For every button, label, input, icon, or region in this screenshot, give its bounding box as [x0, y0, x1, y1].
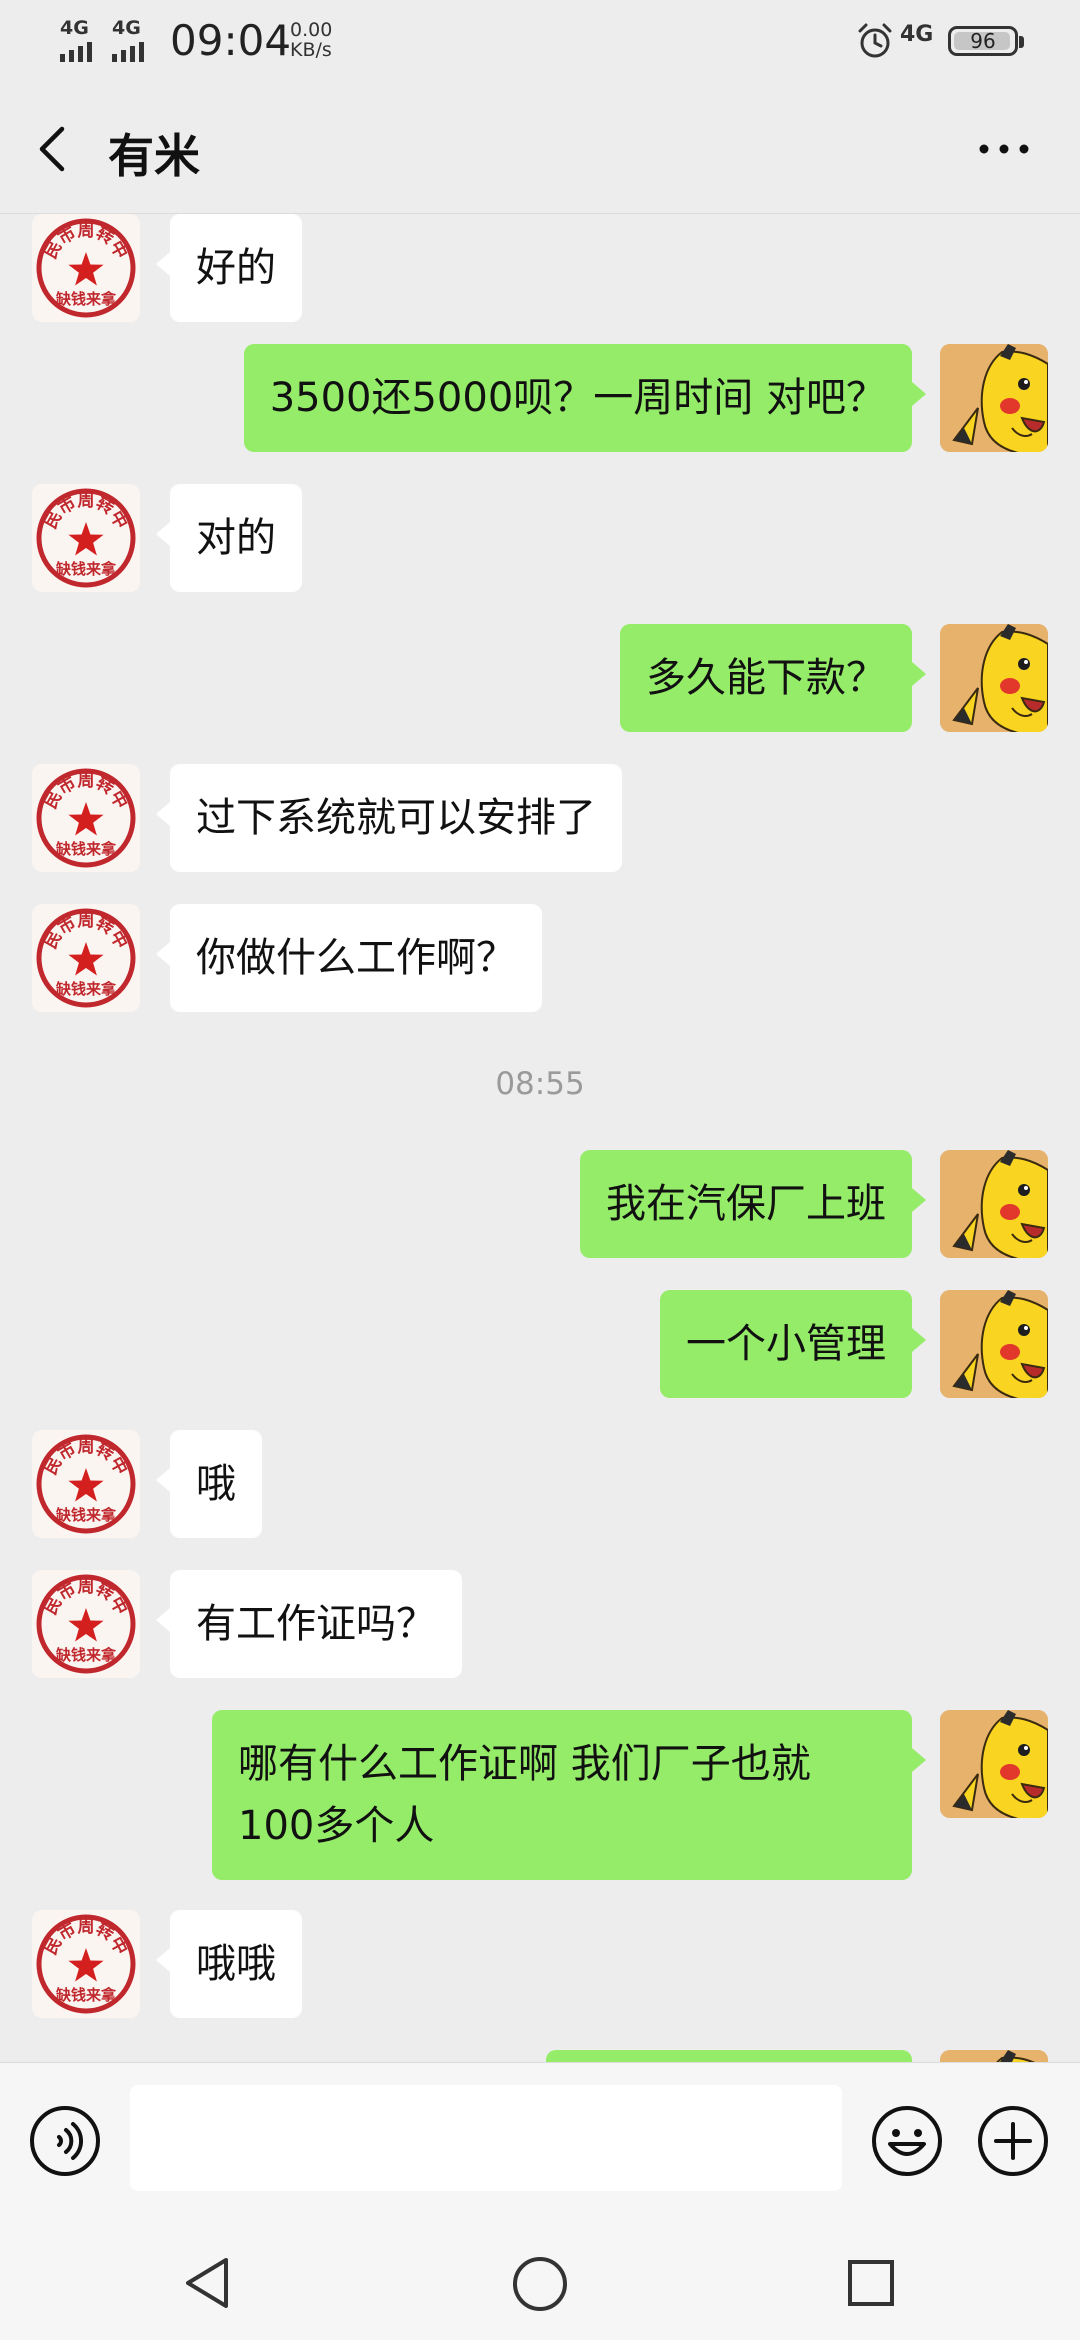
network-type-label: 4G [112, 17, 141, 39]
stamp-avatar-icon: 人民市周转中心 缺钱来拿 [32, 1570, 140, 1678]
my-avatar[interactable] [940, 1710, 1048, 1818]
stamp-bottom-text: 缺钱来拿 [55, 560, 117, 578]
contact-avatar[interactable]: 人民市周转中心 缺钱来拿 [32, 904, 140, 1012]
battery-icon: 96 [948, 26, 1024, 56]
my-avatar[interactable] [940, 1150, 1048, 1258]
stamp-bottom-text: 缺钱来拿 [55, 840, 117, 858]
speed-value: 0.00 [290, 19, 333, 41]
status-time: 09:04 [170, 16, 292, 65]
voice-input-icon[interactable] [28, 2104, 102, 2178]
contact-avatar[interactable]: 人民市周转中心 缺钱来拿 [32, 484, 140, 592]
stamp-avatar-icon: 人民市周转中心 缺钱来拿 [32, 214, 140, 322]
chat-header: 有米 [0, 84, 1080, 214]
stamp-avatar-icon: 人民市周转中心 缺钱来拿 [32, 1910, 140, 2018]
message-bubble-received[interactable]: 对的 [156, 484, 302, 592]
stamp-bottom-text: 缺钱来拿 [55, 980, 117, 998]
stamp-avatar-icon: 人民市周转中心 缺钱来拿 [32, 904, 140, 1012]
stamp-bottom-text: 缺钱来拿 [55, 1506, 117, 1524]
message-timestamp: 08:55 [495, 1066, 585, 1102]
my-avatar[interactable] [940, 2050, 1048, 2062]
input-bar [0, 2062, 1080, 2218]
pikachu-avatar-icon [940, 344, 1048, 452]
message-bubble-sent[interactable]: 多久能下款？ [620, 624, 926, 732]
message-bubble-received[interactable]: 好的 [156, 214, 302, 322]
contact-avatar[interactable]: 人民市周转中心 缺钱来拿 [32, 764, 140, 872]
pikachu-avatar-icon [940, 2050, 1048, 2062]
contact-avatar[interactable]: 人民市周转中心 缺钱来拿 [32, 214, 140, 322]
more-options-icon[interactable] [974, 132, 1034, 166]
nav-back-icon[interactable] [180, 2254, 234, 2312]
signal-icon: 4G [112, 18, 144, 62]
speed-unit: KB/s [290, 39, 332, 61]
chat-title: 有米 [108, 129, 200, 183]
message-input[interactable] [130, 2085, 842, 2191]
more-functions-plus-icon[interactable] [976, 2104, 1050, 2178]
message-list[interactable]: 人民市周转中心 缺钱来拿 好的 3500还5000呗？一周时间 对吧？ 人民市周… [0, 214, 1080, 2062]
network-speed: 0.00 KB/s [290, 20, 332, 60]
message-bubble-received[interactable]: 哦哦 [156, 1910, 302, 2018]
network-type-label: 4G [60, 17, 89, 39]
my-avatar[interactable] [940, 624, 1048, 732]
alarm-icon [858, 23, 892, 58]
stamp-bottom-text: 缺钱来拿 [55, 290, 117, 308]
my-avatar[interactable] [940, 344, 1048, 452]
pikachu-avatar-icon [940, 624, 1048, 732]
stamp-bottom-text: 缺钱来拿 [55, 1986, 117, 2004]
pikachu-avatar-icon [940, 1150, 1048, 1258]
contact-avatar[interactable]: 人民市周转中心 缺钱来拿 [32, 1430, 140, 1538]
stamp-avatar-icon: 人民市周转中心 缺钱来拿 [32, 764, 140, 872]
pikachu-avatar-icon [940, 1710, 1048, 1818]
message-bubble-sent-partial[interactable] [546, 2050, 912, 2062]
message-bubble-sent[interactable]: 我在汽保厂上班 [580, 1150, 926, 1258]
message-bubble-sent[interactable]: 一个小管理 [660, 1290, 926, 1398]
message-bubble-sent[interactable]: 3500还5000呗？一周时间 对吧？ [243, 344, 927, 452]
system-navigation-bar [0, 2218, 1080, 2340]
stamp-avatar-icon: 人民市周转中心 缺钱来拿 [32, 484, 140, 592]
contact-avatar[interactable]: 人民市周转中心 缺钱来拿 [32, 1910, 140, 2018]
emoji-icon[interactable] [870, 2104, 944, 2178]
message-bubble-received[interactable]: 过下系统就可以安排了 [156, 764, 622, 872]
battery-level: 96 [970, 29, 996, 53]
nav-home-icon[interactable] [510, 2254, 570, 2314]
my-avatar[interactable] [940, 1290, 1048, 1398]
stamp-avatar-icon: 人民市周转中心 缺钱来拿 [32, 1430, 140, 1538]
message-bubble-sent[interactable]: 哪有什么工作证啊 我们厂子也就100多个人 [212, 1710, 926, 1880]
message-bubble-received[interactable]: 有工作证吗？ [156, 1570, 462, 1678]
status-bar: 4G 4G 09:04 0.00 KB/s 4G 96 [0, 0, 1080, 84]
network-right-label: 4G [900, 22, 934, 47]
network-right-icon: 4G [900, 22, 933, 47]
message-bubble-received[interactable]: 你做什么工作啊？ [156, 904, 542, 1012]
contact-avatar[interactable]: 人民市周转中心 缺钱来拿 [32, 1570, 140, 1678]
message-bubble-received[interactable]: 哦 [156, 1430, 262, 1538]
pikachu-avatar-icon [940, 1290, 1048, 1398]
signal-icon: 4G [60, 18, 92, 62]
stamp-bottom-text: 缺钱来拿 [55, 1646, 117, 1664]
nav-recents-icon[interactable] [846, 2258, 896, 2308]
back-arrow-icon[interactable] [34, 124, 74, 174]
